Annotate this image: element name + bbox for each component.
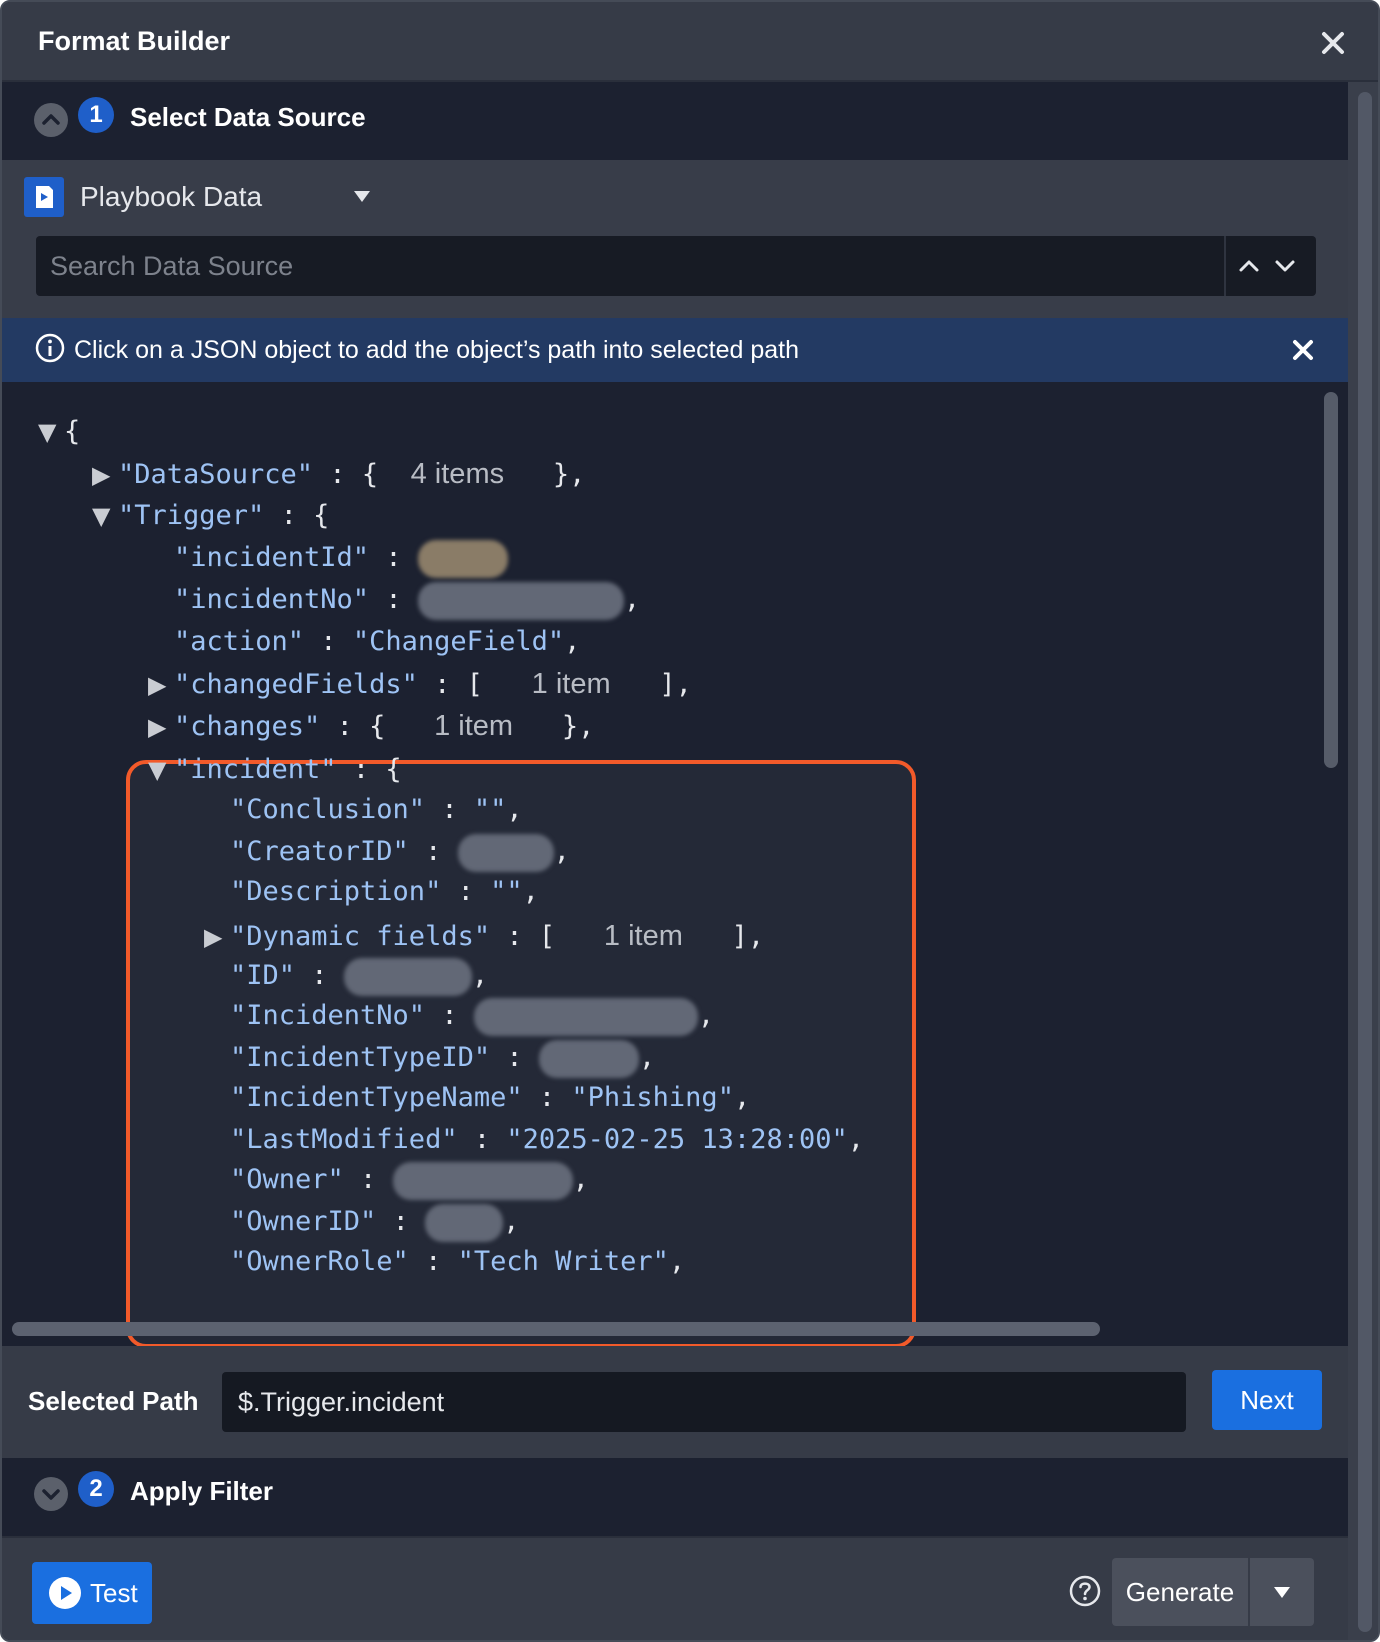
json-field-owner[interactable]: "Owner" : , <box>230 1160 589 1200</box>
json-field-id[interactable]: "ID" : , <box>230 956 488 996</box>
dialog-scrollbar-thumb[interactable] <box>1358 92 1372 1632</box>
collapsed-triangle-icon[interactable]: ▶ <box>92 455 118 495</box>
expanded-triangle-icon[interactable]: ▼ <box>38 412 64 452</box>
next-button[interactable]: Next <box>1212 1370 1322 1430</box>
json-root-line[interactable]: ▼{ <box>38 412 80 452</box>
test-button[interactable]: Test <box>32 1562 152 1624</box>
playbook-icon <box>24 177 64 217</box>
chevron-down-icon <box>42 1489 60 1500</box>
selected-path-label: Selected Path <box>28 1386 199 1416</box>
expand-section-button[interactable] <box>34 1477 68 1511</box>
data-source-dropdown-label[interactable]: Playbook Data <box>80 181 262 213</box>
json-field-lastmodified[interactable]: "LastModified" : "2025-02-25 13:28:00", <box>230 1120 864 1160</box>
step-number-1: 1 <box>78 97 114 133</box>
test-button-label: Test <box>90 1578 138 1608</box>
dialog-title: Format Builder <box>38 26 231 56</box>
info-icon <box>35 333 65 363</box>
section-title-select-data-source: Select Data Source <box>130 102 366 132</box>
json-node-changes[interactable]: ▶ "changes" : { 1 item }, <box>148 706 594 746</box>
close-icon[interactable] <box>1316 26 1350 60</box>
generate-button[interactable]: Generate <box>1112 1558 1248 1626</box>
json-field-incidentid[interactable]: "incidentId" : <box>174 538 508 578</box>
json-field-conclusion[interactable]: "Conclusion" : "", <box>230 790 523 830</box>
chevron-up-icon[interactable] <box>1236 254 1262 278</box>
json-field-description[interactable]: "Description" : "", <box>230 872 539 912</box>
chevron-down-icon[interactable] <box>1272 254 1298 278</box>
redacted-value <box>392 1161 573 1200</box>
redacted-value <box>343 957 472 996</box>
redacted-value <box>538 1039 639 1078</box>
redacted-value <box>457 833 554 872</box>
info-banner-text: Click on a JSON object to add the object… <box>74 336 799 364</box>
chevron-up-icon <box>42 114 60 125</box>
title-bar: Format Builder <box>2 2 1378 82</box>
caret-down-icon[interactable] <box>352 188 372 204</box>
json-field-incidenttypeid[interactable]: "IncidentTypeID" : , <box>230 1038 655 1078</box>
json-node-dynamic-fields[interactable]: ▶ "Dynamic fields" : [ 1 item ], <box>204 916 764 956</box>
json-field-action[interactable]: "action" : "ChangeField", <box>174 622 580 662</box>
json-field-ownerid[interactable]: "OwnerID" : , <box>230 1202 519 1242</box>
json-field-incidentno-2[interactable]: "IncidentNo" : , <box>230 996 714 1036</box>
search-data-source-box <box>36 236 1316 296</box>
json-field-ownerrole[interactable]: "OwnerRole" : "Tech Writer", <box>230 1242 685 1282</box>
redacted-value <box>417 539 508 578</box>
section-title-apply-filter: Apply Filter <box>130 1476 274 1506</box>
redacted-value <box>473 997 698 1036</box>
json-node-trigger[interactable]: ▼ "Trigger" : { <box>92 496 329 536</box>
json-node-changedfields[interactable]: ▶ "changedFields" : [ 1 item ], <box>148 664 692 704</box>
collapsed-triangle-icon[interactable]: ▶ <box>148 707 174 747</box>
json-node-datasource[interactable]: ▶ "DataSource" : { 4 items }, <box>92 454 585 494</box>
expanded-triangle-icon[interactable]: ▼ <box>92 496 118 536</box>
step-number-2: 2 <box>78 1471 114 1507</box>
search-divider <box>1224 236 1226 296</box>
redacted-value <box>417 581 624 620</box>
search-data-source-input[interactable] <box>50 236 1220 296</box>
selected-path-input[interactable] <box>222 1372 1186 1432</box>
redacted-value <box>425 1203 504 1242</box>
format-builder-dialog: Format Builder 1 Select Data Source Play… <box>0 0 1380 1642</box>
json-field-incidentno[interactable]: "incidentNo" : , <box>174 580 640 620</box>
collapsed-triangle-icon[interactable]: ▶ <box>204 917 230 957</box>
tree-horizontal-scrollbar[interactable] <box>12 1322 1100 1336</box>
caret-down-icon <box>1274 1587 1290 1598</box>
json-field-creatorid[interactable]: "CreatorID" : , <box>230 832 570 872</box>
json-field-incidenttypename[interactable]: "IncidentTypeName" : "Phishing", <box>230 1078 750 1118</box>
tree-vertical-scrollbar[interactable] <box>1324 392 1338 768</box>
json-node-incident[interactable]: ▼ "incident" : { <box>148 750 402 790</box>
generate-options-button[interactable] <box>1250 1558 1314 1626</box>
collapsed-triangle-icon[interactable]: ▶ <box>148 665 174 705</box>
collapse-section-button[interactable] <box>34 103 68 137</box>
help-icon[interactable] <box>1068 1574 1102 1608</box>
close-icon[interactable] <box>1288 335 1318 365</box>
expanded-triangle-icon[interactable]: ▼ <box>148 750 174 790</box>
play-icon <box>49 1577 81 1609</box>
